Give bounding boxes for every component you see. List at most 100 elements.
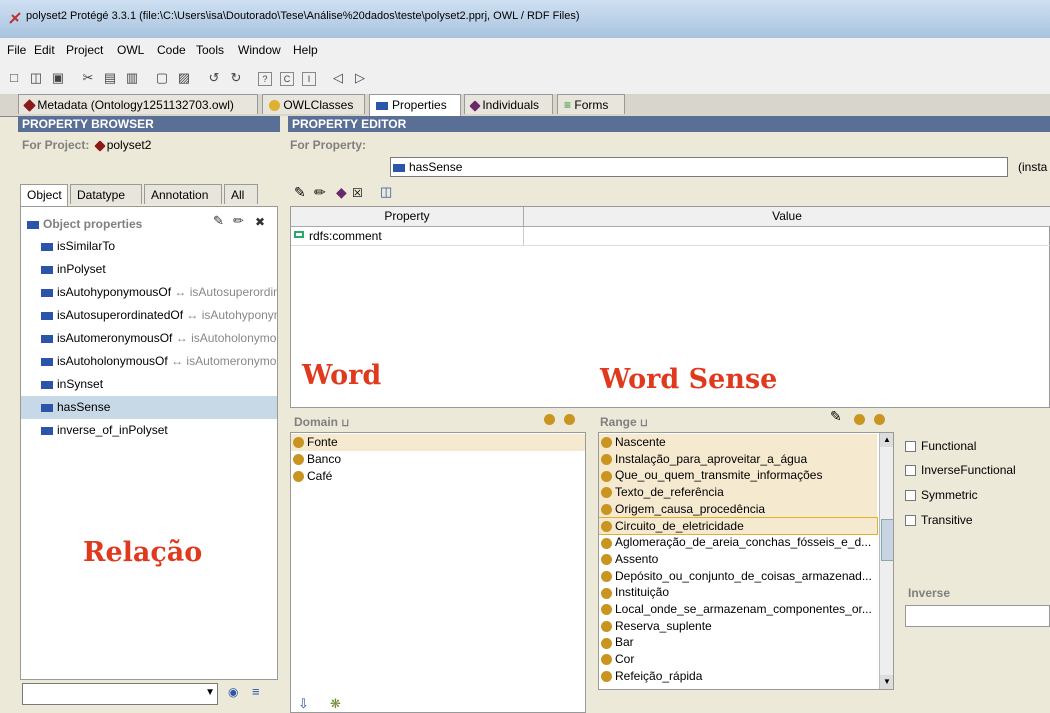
column-header-property[interactable]: Property [291, 207, 524, 227]
subtab-annotation[interactable]: Annotation [144, 184, 222, 204]
subtab-object[interactable]: Object [20, 184, 68, 206]
symmetric-checkbox[interactable] [905, 490, 916, 501]
cut-icon[interactable]: ✂ [80, 70, 96, 86]
add-range-class-icon[interactable] [854, 414, 865, 425]
property-row-isAutoholonymousOf[interactable]: isAutoholonymousOf ↔ isAutomeronymousOf [21, 350, 277, 373]
configure-icon[interactable]: ❋ [330, 696, 341, 712]
range-view-icon[interactable]: ⊔ [640, 418, 648, 429]
help-icon[interactable]: ? [258, 72, 272, 86]
tab-individuals[interactable]: Individuals [464, 94, 553, 114]
main-toolbar: □ ◫ ▣ ✂ ▤ ▥ ▢ ▨ ↺ ↻ ? C I ◁ ▷ [0, 62, 1050, 95]
subtab-all[interactable]: All [224, 184, 258, 204]
range-item[interactable]: Bar [599, 634, 877, 651]
range-item[interactable]: Texto_de_referência [599, 484, 877, 501]
range-item[interactable]: Depósito_ou_conjunto_de_coisas_armazenad… [599, 568, 877, 585]
subtab-datatype[interactable]: Datatype [70, 184, 142, 204]
hierarchy-icon[interactable]: ≡ [252, 684, 260, 699]
property-row-isAutosuperordinatedOf[interactable]: isAutosuperordinatedOf ↔ isAutohyponymou… [21, 304, 277, 327]
open-folder-icon[interactable]: ◫ [28, 70, 44, 86]
move-down-icon[interactable]: ⇩ [298, 696, 309, 712]
property-row-isAutomeronymousOf[interactable]: isAutomeronymousOf ↔ isAutoholonymousOf [21, 327, 277, 350]
search-combo[interactable]: ▼ [22, 683, 218, 705]
range-item[interactable]: Que_ou_quem_transmite_informações [599, 467, 877, 485]
inverse-functional-checkbox[interactable] [905, 465, 916, 476]
property-row-hasSense[interactable]: hasSense [21, 396, 277, 419]
back-arrow-icon[interactable]: ◁ [330, 70, 346, 86]
property-row-isSimilarTo[interactable]: isSimilarTo [21, 235, 277, 258]
range-item[interactable]: Cor [599, 651, 877, 668]
remove-domain-class-icon[interactable] [564, 414, 575, 425]
range-item[interactable]: Nascente [599, 434, 877, 451]
forward-arrow-icon[interactable]: ▷ [352, 70, 368, 86]
menu-tools[interactable]: Tools [196, 43, 224, 57]
menu-file[interactable]: File [7, 43, 26, 57]
tab-metadata[interactable]: Metadata (Ontology1251132703.owl) [18, 94, 258, 114]
delete-property-icon[interactable]: ✖ [255, 215, 265, 229]
insert-class-icon[interactable]: ▢ [154, 70, 170, 86]
range-item[interactable]: Instituição [599, 584, 877, 601]
menu-owl[interactable]: OWL [117, 43, 144, 57]
menu-project[interactable]: Project [66, 43, 103, 57]
create-range-class-icon[interactable]: ✎ [830, 408, 842, 425]
create-property-icon[interactable]: ✎ [213, 213, 224, 229]
instance-box-icon[interactable]: I [302, 72, 316, 86]
add-value-icon[interactable]: ✏ [314, 184, 326, 201]
range-item[interactable]: Local_onde_se_armazenam_componentes_or..… [599, 601, 877, 618]
range-item-label: Assento [615, 551, 659, 566]
copy-icon[interactable]: ▤ [102, 70, 118, 86]
add-individual-icon[interactable]: ◆ [336, 184, 347, 201]
property-name-field[interactable]: hasSense [390, 157, 1008, 177]
property-row-inPolyset[interactable]: inPolyset [21, 258, 277, 281]
remove-range-class-icon[interactable] [874, 414, 885, 425]
column-header-value[interactable]: Value [524, 207, 1050, 227]
remove-annotation-icon[interactable]: ☒ [352, 186, 363, 200]
range-item[interactable]: Origem_causa_procedência [599, 500, 877, 518]
range-item[interactable]: Reserva_suplente [599, 618, 877, 635]
scroll-thumb[interactable] [881, 519, 893, 561]
save-icon[interactable]: ▣ [50, 70, 66, 86]
inverse-field[interactable] [905, 605, 1050, 627]
tab-owlclasses[interactable]: OWLClasses [262, 94, 365, 114]
transitive-checkbox[interactable] [905, 515, 916, 526]
tab-forms[interactable]: ≡ Forms [557, 94, 625, 114]
scroll-down-icon[interactable]: ▼ [880, 675, 893, 689]
property-row-isAutohyponymousOf[interactable]: isAutohyponymousOf ↔ isAutosuperordinate… [21, 281, 277, 304]
add-annotation-icon[interactable]: ✎ [294, 184, 306, 201]
for-project-label: For Project: [22, 138, 90, 152]
property-row-inverse_of_inPolyset[interactable]: inverse_of_inPolyset [21, 419, 277, 442]
range-item[interactable]: Aglomeração_de_areia_conchas_fósseis_e_d… [599, 534, 877, 551]
menu-window[interactable]: Window [238, 43, 281, 57]
menu-help[interactable]: Help [293, 43, 318, 57]
domain-item-cafe[interactable]: Café [291, 468, 585, 485]
menu-code[interactable]: Code [157, 43, 186, 57]
protege-app-icon [9, 12, 21, 24]
scroll-up-icon[interactable]: ▲ [880, 433, 893, 447]
range-item[interactable]: Circuito_de_eletricidade [599, 516, 878, 536]
range-item[interactable]: Refeição_rápida [599, 668, 877, 685]
undo-icon[interactable]: ↺ [206, 70, 222, 86]
view-icon[interactable]: ◫ [380, 184, 392, 200]
paste-icon[interactable]: ▥ [124, 70, 140, 86]
panel-splitter[interactable] [280, 116, 288, 706]
add-domain-class-icon[interactable] [544, 414, 555, 425]
property-browser-panel: PROPERTY BROWSER For Project: polyset2 O… [18, 116, 281, 706]
class-box-icon[interactable]: C [280, 72, 294, 86]
menu-edit[interactable]: Edit [34, 43, 55, 57]
property-name: inPolyset [57, 262, 106, 276]
domain-item-fonte[interactable]: Fonte [291, 434, 585, 451]
insert-instance-icon[interactable]: ▨ [176, 70, 192, 86]
functional-checkbox[interactable] [905, 441, 916, 452]
dropdown-arrow-icon[interactable]: ▼ [205, 687, 215, 698]
new-file-icon[interactable]: □ [6, 70, 22, 86]
range-item[interactable]: Instalação_para_aproveitar_a_água [599, 450, 877, 468]
redo-icon[interactable]: ↻ [228, 70, 244, 86]
domain-item-banco[interactable]: Banco [291, 451, 585, 468]
property-row-inSynset[interactable]: inSynset [21, 373, 277, 396]
tab-properties[interactable]: Properties [369, 94, 461, 116]
table-row[interactable]: rdfs:comment [291, 227, 1050, 246]
domain-view-icon[interactable]: ⊔ [341, 418, 349, 429]
range-scrollbar[interactable]: ▲ ▼ [879, 433, 893, 689]
range-item[interactable]: Assento [599, 551, 877, 568]
binoculars-search-icon[interactable]: ◉ [228, 685, 238, 699]
create-subproperty-icon[interactable]: ✏ [233, 213, 244, 229]
